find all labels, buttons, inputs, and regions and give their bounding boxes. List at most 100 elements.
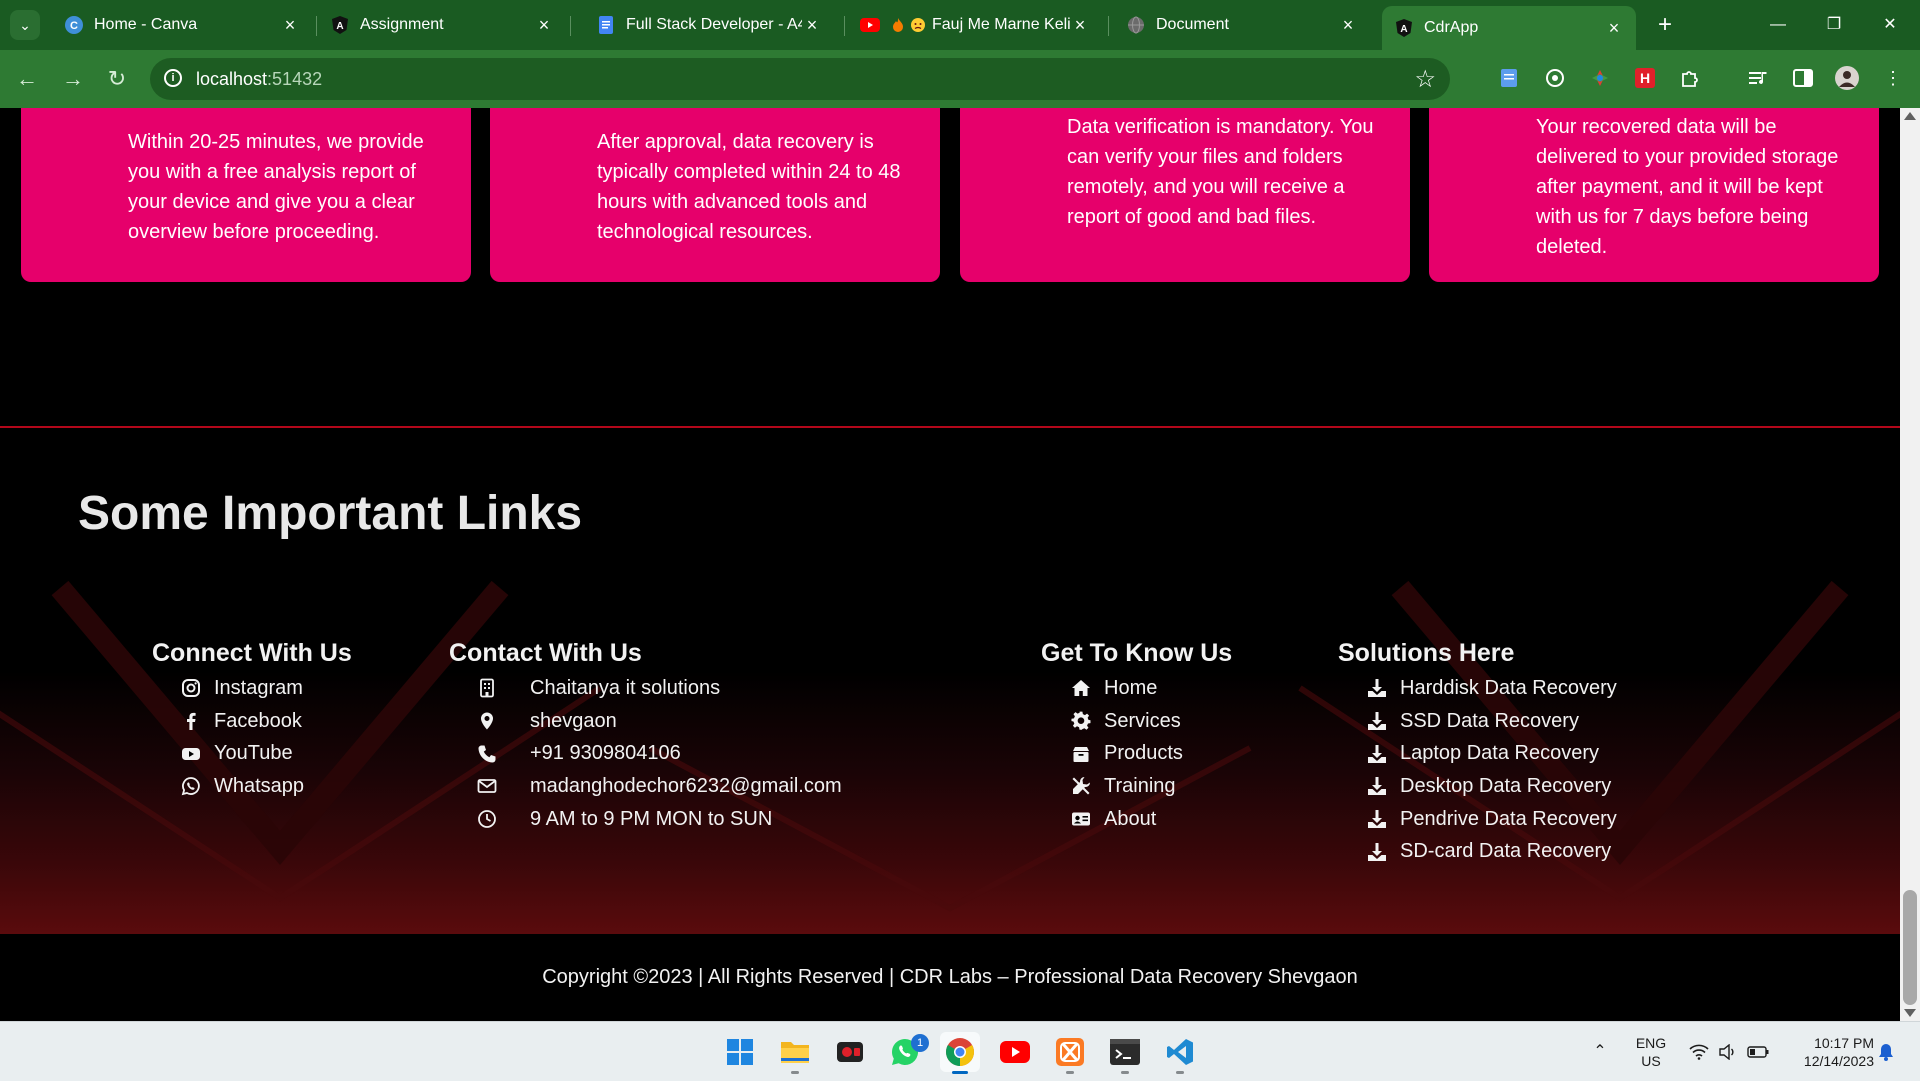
- xampp-taskbar-button[interactable]: [1050, 1032, 1090, 1074]
- browser-menu-icon[interactable]: ⋮: [1880, 65, 1906, 91]
- solutions-heading: Solutions Here: [1338, 639, 1515, 667]
- connect-link-facebook[interactable]: Facebook: [180, 705, 304, 738]
- address-bar[interactable]: i localhost:51432 ☆: [150, 58, 1450, 100]
- link-label: Desktop Data Recovery: [1400, 774, 1612, 797]
- volume-icon: [1719, 1043, 1734, 1060]
- svg-text:A: A: [1400, 24, 1407, 35]
- tab-separator: [1108, 16, 1109, 36]
- site-info-icon[interactable]: i: [164, 69, 182, 87]
- clock-time: 10:17 PM: [1814, 1034, 1874, 1051]
- page-scrollbar[interactable]: [1900, 108, 1920, 1021]
- process-card: Within 20-25 minutes, we provide you wit…: [21, 108, 471, 282]
- contact-item-email[interactable]: madanghodechor6232@gmail.com: [476, 770, 842, 803]
- chevron-up-icon: ⌃: [1593, 1042, 1607, 1060]
- window-close-button[interactable]: ✕: [1868, 8, 1912, 42]
- media-queue-icon[interactable]: [1746, 65, 1772, 91]
- language-indicator[interactable]: ENG US: [1626, 1022, 1676, 1081]
- connect-link-youtube[interactable]: YouTube: [180, 737, 304, 770]
- copyright-text: Copyright ©2023 | All Rights Reserved | …: [542, 966, 1358, 988]
- tab-document[interactable]: Document ×: [1114, 8, 1370, 42]
- restore-button[interactable]: ❐: [1812, 8, 1856, 42]
- notifications-button[interactable]: [1874, 1022, 1898, 1081]
- download-icon: [1366, 678, 1388, 698]
- nav-link-home[interactable]: Home: [1070, 672, 1183, 705]
- link-label: Training: [1104, 774, 1176, 797]
- nav-link-training[interactable]: Training: [1070, 770, 1183, 803]
- nav-link-about[interactable]: About: [1070, 803, 1183, 836]
- side-panel-icon[interactable]: [1790, 65, 1816, 91]
- close-icon[interactable]: ×: [534, 15, 554, 36]
- notification-badge: 1: [911, 1034, 929, 1052]
- scroll-down-arrow-icon[interactable]: [1904, 1009, 1916, 1017]
- forward-button[interactable]: →: [56, 62, 90, 96]
- colorpick-extension-icon[interactable]: [1587, 65, 1613, 91]
- facebook-icon: [180, 711, 202, 731]
- link-label: Pendrive Data Recovery: [1400, 807, 1617, 830]
- download-icon: [1366, 809, 1388, 829]
- angry-emoji-icon: [910, 15, 926, 35]
- solution-link[interactable]: Laptop Data Recovery: [1366, 737, 1617, 770]
- connect-link-instagram[interactable]: Instagram: [180, 672, 304, 705]
- url-text[interactable]: localhost:51432: [196, 69, 322, 90]
- running-indicator: [791, 1071, 799, 1074]
- tab-full-stack[interactable]: Full Stack Developer - A4 ×: [584, 8, 834, 42]
- contact-item-phone[interactable]: +91 9309804106: [476, 737, 842, 770]
- tab-canva[interactable]: C Home - Canva ×: [52, 8, 312, 42]
- youtube-taskbar-button[interactable]: [995, 1032, 1035, 1072]
- h-extension-icon[interactable]: H: [1632, 65, 1658, 91]
- connect-link-whatsapp[interactable]: Whatsapp: [180, 770, 304, 803]
- start-button[interactable]: [720, 1032, 760, 1072]
- home-icon: [1070, 678, 1092, 698]
- close-icon[interactable]: ×: [1604, 18, 1624, 39]
- link-label: YouTube: [214, 742, 293, 765]
- tab-search-button[interactable]: ⌄: [10, 10, 40, 40]
- link-label: Services: [1104, 709, 1181, 732]
- process-card: After approval, data recovery is typical…: [490, 108, 940, 282]
- screen-recorder-button[interactable]: [830, 1032, 870, 1072]
- circle-extension-icon[interactable]: [1542, 65, 1568, 91]
- close-icon[interactable]: ×: [1338, 15, 1358, 36]
- solution-link[interactable]: Pendrive Data Recovery: [1366, 803, 1617, 836]
- puzzle-extensions-icon[interactable]: [1677, 65, 1703, 91]
- tab-title: Document: [1156, 16, 1229, 33]
- nav-link-services[interactable]: Services: [1070, 705, 1183, 738]
- footer-section: Some Important Links Connect With Us Ins…: [0, 428, 1900, 934]
- scroll-up-arrow-icon[interactable]: [1904, 112, 1916, 120]
- tab-assignment[interactable]: A Assignment ×: [318, 8, 566, 42]
- close-icon[interactable]: ×: [280, 15, 300, 36]
- clock[interactable]: 10:17 PM 12/14/2023: [1782, 1022, 1874, 1081]
- close-icon[interactable]: ×: [802, 15, 822, 36]
- solution-link[interactable]: Desktop Data Recovery: [1366, 770, 1617, 803]
- tab-cdrapp[interactable]: A CdrApp ×: [1382, 6, 1636, 50]
- terminal-taskbar-button[interactable]: [1105, 1032, 1145, 1074]
- nav-link-products[interactable]: Products: [1070, 737, 1183, 770]
- reload-button[interactable]: ↻: [100, 62, 134, 96]
- bookmark-star-icon[interactable]: ☆: [1414, 65, 1436, 94]
- close-icon[interactable]: ×: [1070, 15, 1090, 36]
- tab-title: Home - Canva: [94, 16, 198, 33]
- link-label: Harddisk Data Recovery: [1400, 676, 1617, 699]
- chrome-icon: [946, 1038, 974, 1066]
- docs-icon: [596, 15, 616, 35]
- new-tab-button[interactable]: +: [1650, 10, 1680, 40]
- show-hidden-icons-button[interactable]: ⌃: [1588, 1022, 1612, 1081]
- solution-link[interactable]: SD-card Data Recovery: [1366, 835, 1617, 868]
- solution-link[interactable]: Harddisk Data Recovery: [1366, 672, 1617, 705]
- profile-avatar[interactable]: [1834, 65, 1860, 91]
- chrome-taskbar-button[interactable]: [940, 1032, 980, 1074]
- tab-youtube-video[interactable]: Fauj Me Marne Keliy ×: [848, 8, 1102, 42]
- solution-link[interactable]: SSD Data Recovery: [1366, 705, 1617, 738]
- contact-item-hours: 9 AM to 9 PM MON to SUN: [476, 803, 842, 836]
- scroll-thumb[interactable]: [1903, 890, 1917, 1005]
- process-card: Data verification is mandatory. You can …: [960, 108, 1410, 282]
- globe-icon: [1126, 15, 1146, 35]
- docs-extension-icon[interactable]: [1496, 65, 1522, 91]
- region-code: US: [1641, 1052, 1661, 1069]
- system-status-group[interactable]: [1684, 1022, 1774, 1081]
- minimize-button[interactable]: —: [1756, 8, 1800, 42]
- file-explorer-button[interactable]: [775, 1032, 815, 1074]
- vscode-taskbar-button[interactable]: [1160, 1032, 1200, 1074]
- whatsapp-taskbar-button[interactable]: 1: [885, 1032, 929, 1072]
- back-button[interactable]: ←: [10, 62, 44, 96]
- tab-separator: [316, 16, 317, 36]
